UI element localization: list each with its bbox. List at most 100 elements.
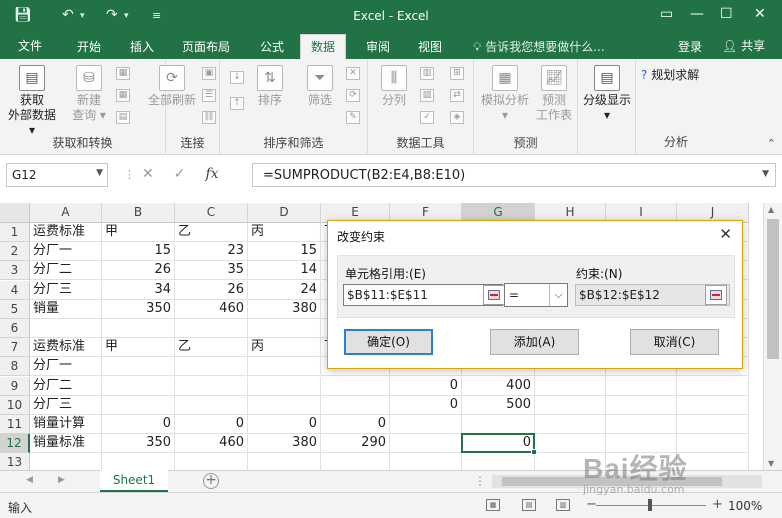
cell-b1[interactable]: 甲	[102, 223, 175, 242]
row-header-4[interactable]: 4	[0, 280, 30, 300]
tab-home[interactable]: 开始	[77, 38, 101, 55]
cell-c7[interactable]: 乙	[175, 338, 248, 358]
cell-f10[interactable]: 0	[390, 395, 462, 415]
tab-split-icon[interactable]: ⋮	[474, 474, 486, 488]
cell-b2[interactable]: 15	[102, 242, 175, 262]
row-header-11[interactable]: 11	[0, 415, 30, 434]
tab-formulas[interactable]: 公式	[260, 38, 284, 55]
cell-c1[interactable]: 乙	[175, 223, 248, 242]
close-icon[interactable]: ✕	[754, 6, 766, 22]
relationships-icon[interactable]: ⇄	[450, 89, 464, 102]
cell-e11[interactable]: 0	[321, 415, 390, 434]
data-validation-icon[interactable]: ✓	[420, 111, 434, 124]
cell-d7[interactable]: 丙	[248, 338, 321, 358]
show-queries-icon[interactable]: ▦	[116, 67, 130, 80]
cell-d1[interactable]: 丙	[248, 223, 321, 242]
cell-b3[interactable]: 26	[102, 261, 175, 281]
forecast-sheet-button[interactable]: 📈︎ 预测 工作表	[532, 65, 576, 123]
row-header-5[interactable]: 5	[0, 299, 30, 319]
enter-icon[interactable]: ✓	[174, 166, 186, 182]
sort-descending-icon[interactable]: ↑	[230, 97, 244, 110]
cell-e10[interactable]	[321, 395, 390, 415]
filter-button[interactable]: ⏷ 筛选	[300, 65, 340, 108]
clear-filter-icon[interactable]: ✕	[346, 67, 360, 80]
cell-a13[interactable]	[30, 453, 102, 470]
constraint-collapse-icon[interactable]	[705, 285, 727, 305]
text-to-columns-button[interactable]: ⫼ 分列	[374, 65, 414, 108]
consolidate-icon[interactable]: ⊞	[450, 67, 464, 80]
cell-a11[interactable]: 销量计算	[30, 415, 102, 434]
cell-d10[interactable]	[248, 395, 321, 415]
cell-c5[interactable]: 460	[175, 299, 248, 319]
cell-reference-input[interactable]: $B$11:$E$11	[343, 284, 503, 306]
cell-f11[interactable]	[390, 415, 462, 434]
cell-i10[interactable]	[606, 395, 677, 415]
add-sheet-icon[interactable]: +	[203, 473, 219, 489]
dialog-close-icon[interactable]: ✕	[719, 225, 732, 243]
manage-data-model-icon[interactable]: ◈	[450, 111, 464, 124]
advanced-filter-icon[interactable]: ✎	[346, 111, 360, 124]
tell-me-search[interactable]: 💡︎ 告诉我您想要做什么...	[473, 38, 605, 55]
cell-g13[interactable]	[462, 453, 535, 470]
refresh-all-button[interactable]: ⟳ 全部刷新	[142, 65, 202, 108]
cell-d5[interactable]: 380	[248, 299, 321, 319]
edit-links-icon[interactable]: ⛓	[202, 111, 216, 124]
recent-sources-icon[interactable]: ▤	[116, 111, 130, 124]
cell-d8[interactable]	[248, 357, 321, 377]
row-header-10[interactable]: 10	[0, 395, 30, 415]
cell-e9[interactable]	[321, 376, 390, 396]
cell-a1[interactable]: 运费标准	[30, 223, 102, 242]
cell-d13[interactable]	[248, 453, 321, 470]
chevron-down-icon[interactable]: ▼	[96, 168, 103, 178]
minimize-icon[interactable]: —	[690, 6, 704, 22]
cancel-entry-icon[interactable]: ✕	[142, 166, 154, 182]
cell-b6[interactable]	[102, 319, 175, 338]
new-query-button[interactable]: ⛁ 新建 查询 ▾	[66, 65, 112, 123]
tab-page-layout[interactable]: 页面布局	[182, 38, 230, 55]
restore-ribbon-icon[interactable]: ▭	[660, 6, 673, 22]
expand-formula-icon[interactable]: ▼	[762, 169, 769, 179]
cell-b11[interactable]: 0	[102, 415, 175, 434]
tab-view[interactable]: 视图	[418, 38, 442, 55]
cell-c10[interactable]	[175, 395, 248, 415]
cell-c4[interactable]: 26	[175, 280, 248, 300]
cell-reference-collapse-icon[interactable]	[483, 285, 505, 305]
cell-a5[interactable]: 销量	[30, 299, 102, 319]
outline-button[interactable]: ▤ 分级显示 ▾	[580, 65, 634, 123]
cell-c2[interactable]: 23	[175, 242, 248, 262]
fill-handle[interactable]	[531, 449, 537, 456]
sort-button[interactable]: ⇅ 排序	[250, 65, 290, 108]
cell-i11[interactable]	[606, 415, 677, 434]
cell-a2[interactable]: 分厂一	[30, 242, 102, 262]
cell-d12[interactable]: 380	[248, 434, 321, 454]
tab-data[interactable]: 数据	[300, 34, 347, 59]
cell-b7[interactable]: 甲	[102, 338, 175, 358]
row-header-13[interactable]: 13	[0, 453, 30, 470]
tab-insert[interactable]: 插入	[130, 38, 154, 55]
sheet-tab-sheet1[interactable]: Sheet1	[100, 470, 168, 492]
cell-b9[interactable]	[102, 376, 175, 396]
cell-e12[interactable]: 290	[321, 434, 390, 454]
what-if-analysis-button[interactable]: ▦ 模拟分析 ▾	[478, 65, 532, 123]
cell-b4[interactable]: 34	[102, 280, 175, 300]
cell-h9[interactable]	[535, 376, 606, 396]
row-header-12[interactable]: 12	[0, 434, 30, 454]
solver-button[interactable]: ? 规划求解	[641, 66, 699, 83]
cell-d3[interactable]: 14	[248, 261, 321, 281]
cell-b5[interactable]: 350	[102, 299, 175, 319]
formula-input[interactable]: =SUMPRODUCT(B2:E4,B8:E10) ▼	[252, 163, 776, 187]
cell-c13[interactable]	[175, 453, 248, 470]
cell-a3[interactable]: 分厂二	[30, 261, 102, 281]
cell-a4[interactable]: 分厂三	[30, 280, 102, 300]
cell-i9[interactable]	[606, 376, 677, 396]
cell-g10[interactable]: 500	[462, 395, 535, 415]
cell-f13[interactable]	[390, 453, 462, 470]
cell-b10[interactable]	[102, 395, 175, 415]
cell-c3[interactable]: 35	[175, 261, 248, 281]
column-header-b[interactable]: B	[102, 203, 175, 223]
cancel-button[interactable]: 取消(C)	[630, 329, 719, 355]
cell-d2[interactable]: 15	[248, 242, 321, 262]
add-button[interactable]: 添加(A)	[490, 329, 579, 355]
page-break-view-icon[interactable]: ▥	[556, 499, 570, 511]
remove-duplicates-icon[interactable]: ▧	[420, 89, 434, 102]
